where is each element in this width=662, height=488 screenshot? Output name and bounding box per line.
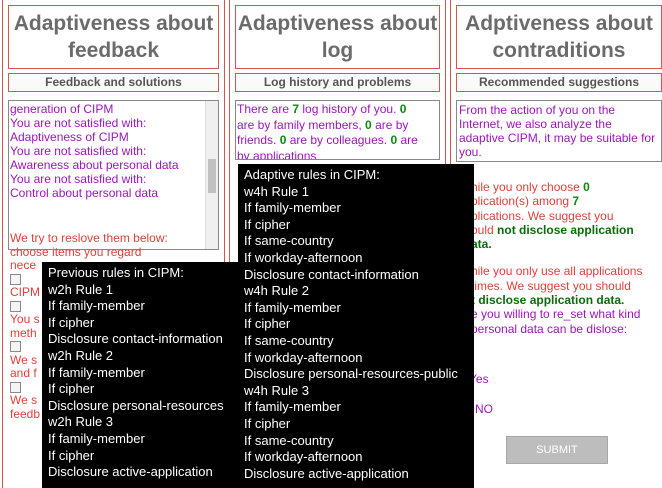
tooltip-line: If same-country bbox=[244, 233, 334, 249]
contra-subtitle: Recommended suggestions bbox=[456, 73, 662, 92]
log-title: Adaptiveness about log bbox=[235, 5, 440, 69]
tooltip-line: If same-country bbox=[244, 432, 334, 448]
contra-box: From the action of you on the Internet, … bbox=[456, 100, 662, 162]
contra-count-total: 7 bbox=[572, 194, 580, 209]
contra-suggestion: ata. bbox=[471, 237, 492, 252]
log-text: are bbox=[397, 133, 418, 147]
feedback-line: Control about personal data bbox=[10, 186, 159, 200]
feedback-scrollbar[interactable] bbox=[205, 101, 218, 249]
tooltip-line: If family-member bbox=[48, 430, 145, 446]
tooltip-line: If workday-afternoon bbox=[244, 349, 363, 365]
option-checkbox[interactable] bbox=[10, 381, 21, 393]
tooltip-line: w2h Rule 2 bbox=[48, 347, 114, 363]
contra-text: plications. We suggest you bbox=[471, 208, 614, 223]
feedback-line: Awareness about personal data bbox=[10, 158, 179, 172]
contra-count-chosen: 0 bbox=[583, 180, 590, 194]
contra-suggestion: not disclose application bbox=[497, 222, 634, 237]
feedback-subtitle: Feedback and solutions bbox=[8, 73, 219, 92]
feedback-line: Adaptiveness of CIPM bbox=[10, 130, 129, 144]
tooltip-line: If family-member bbox=[48, 364, 145, 380]
radio-no[interactable]: NO bbox=[475, 402, 493, 416]
tooltip-line: w2h Rule 1 bbox=[48, 281, 114, 297]
option-checkbox[interactable] bbox=[10, 273, 21, 285]
tooltip-line: If workday-afternoon bbox=[244, 449, 363, 465]
try-line: choose items you regard bbox=[10, 244, 142, 259]
tooltip-line: If cipher bbox=[244, 415, 291, 431]
contra-text: ould bbox=[471, 222, 498, 237]
contra-column: Adptiveness about contraditions Recommen… bbox=[450, 0, 662, 488]
tooltip-line: If family-member bbox=[244, 399, 341, 415]
log-text: There are bbox=[237, 102, 293, 116]
scrollbar-thumb[interactable] bbox=[208, 159, 216, 193]
tooltip-line: Disclosure active-application bbox=[244, 465, 409, 481]
tooltip-line: If cipher bbox=[48, 381, 95, 397]
log-count-friends: 0 bbox=[365, 117, 372, 132]
log-text: are by colleagues. bbox=[286, 133, 391, 147]
contra-text: times. We suggest you should bbox=[471, 278, 631, 293]
contra-title: Adptiveness about contraditions bbox=[456, 5, 662, 69]
log-text: are by family members, bbox=[237, 117, 366, 132]
tooltip-line: w4h Rule 3 bbox=[244, 382, 310, 398]
feedback-scroll-box[interactable]: generation of CIPM You are not satisfied… bbox=[8, 100, 219, 250]
contra-question: personal data can be dislose: bbox=[471, 321, 628, 336]
feedback-line: You are not satisfied with: bbox=[10, 172, 147, 186]
tooltip-line: If cipher bbox=[48, 314, 95, 330]
tooltip-line: If family-member bbox=[244, 200, 341, 216]
tooltip-line: If same-country bbox=[244, 332, 334, 348]
tooltip-line: Disclosure personal-resources bbox=[48, 397, 224, 413]
log-count-family: 0 bbox=[399, 102, 407, 116]
contra-text: hile you only use all applications bbox=[471, 264, 643, 279]
tooltip-line: Disclosure personal-resources-public bbox=[244, 366, 458, 382]
tooltip-line: Disclosure contact-information bbox=[244, 266, 419, 282]
adaptive-rules-tooltip: Adaptive rules in CIPM: w4h Rule 1 If fa… bbox=[238, 164, 474, 488]
feedback-line: You are not satisfied with: bbox=[10, 144, 147, 158]
tooltip-line: If cipher bbox=[244, 316, 291, 332]
contra-suggestion: t disclose application data. bbox=[471, 293, 625, 308]
tooltip-line: Adaptive rules in CIPM: bbox=[244, 167, 380, 182]
radio-no-label: NO bbox=[475, 402, 493, 416]
tooltip-line: Previous rules in CIPM: bbox=[48, 265, 184, 280]
tooltip-line: If cipher bbox=[48, 447, 95, 463]
log-box: There are 7 log history of you. 0 are by… bbox=[235, 100, 440, 160]
try-line: We try to reslove them below: bbox=[10, 232, 168, 245]
contra-intro: From the action of you on the Internet, … bbox=[459, 103, 656, 159]
previous-rules-tooltip: Previous rules in CIPM: w2h Rule 1 If fa… bbox=[42, 262, 242, 488]
tooltip-line: w4h Rule 2 bbox=[244, 283, 310, 299]
submit-button[interactable]: SUBMIT bbox=[506, 436, 608, 464]
tooltip-line: w2h Rule 3 bbox=[48, 414, 114, 430]
tooltip-line: If family-member bbox=[48, 298, 145, 314]
tooltip-line: If workday-afternoon bbox=[244, 249, 363, 265]
option-checkbox[interactable] bbox=[10, 300, 21, 312]
log-text: are by bbox=[371, 117, 409, 132]
contra-text: plication(s) among bbox=[471, 194, 573, 209]
log-text: by applications bbox=[237, 148, 317, 160]
feedback-title: Adaptiveness about feedback bbox=[8, 5, 219, 69]
log-text: log history of you. bbox=[299, 102, 400, 116]
contra-question: e you willing to re_set what kind bbox=[471, 307, 641, 322]
log-text: friends. bbox=[237, 133, 280, 147]
tooltip-line: If cipher bbox=[244, 216, 291, 232]
tooltip-line: Disclosure contact-information bbox=[48, 331, 223, 347]
option-checkbox[interactable] bbox=[10, 341, 21, 353]
tooltip-line: If family-member bbox=[244, 299, 341, 315]
tooltip-line: w4h Rule 1 bbox=[244, 183, 310, 199]
feedback-line: generation of CIPM bbox=[10, 102, 114, 116]
feedback-line: You are not satisfied with: bbox=[10, 116, 147, 130]
contra-text: hile you only choose bbox=[471, 180, 584, 194]
log-subtitle: Log history and problems bbox=[235, 73, 440, 92]
tooltip-line: Disclosure active-application bbox=[48, 464, 213, 480]
